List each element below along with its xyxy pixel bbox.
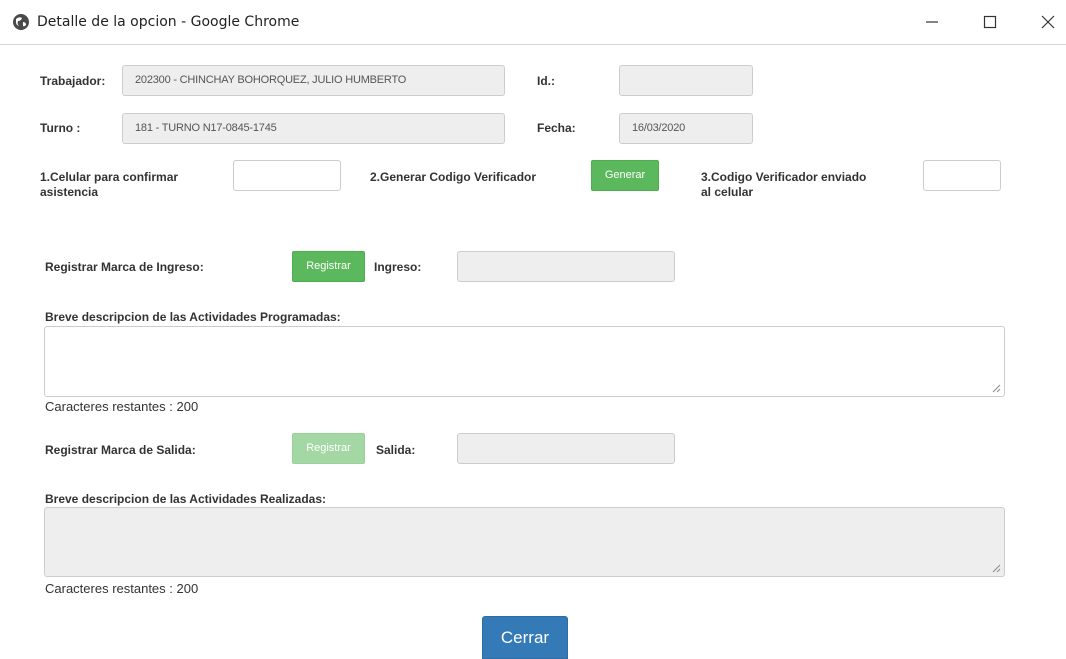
- minimize-button[interactable]: [912, 10, 952, 34]
- minimize-icon: [926, 21, 938, 23]
- phone-label: 1.Celular para confirmar asistencia: [40, 170, 179, 199]
- completed-remaining-chars: Caracteres restantes : 200: [45, 581, 199, 596]
- planned-activities-textarea[interactable]: [44, 326, 1005, 397]
- maximize-button[interactable]: [970, 10, 1010, 34]
- exit-time-field: [457, 433, 675, 464]
- close-window-button[interactable]: [1028, 10, 1066, 34]
- globe-icon: [13, 14, 29, 30]
- date-field: 16/03/2020: [619, 113, 753, 144]
- shift-field: 181 - TURNO N17-0845-1745: [122, 113, 505, 144]
- window-titlebar: Detalle de la opcion - Google Chrome: [0, 0, 1066, 45]
- code-sent-label: 3.Codigo Verificador enviado al celular: [701, 170, 867, 199]
- entry-time-label: Ingreso:: [374, 260, 422, 274]
- entry-label: Registrar Marca de Ingreso:: [45, 260, 204, 274]
- window-title: Detalle de la opcion - Google Chrome: [37, 14, 300, 30]
- shift-label: Turno :: [40, 121, 81, 135]
- completed-activities-textarea: [44, 507, 1005, 577]
- generate-code-label: 2.Generar Codigo Verificador: [370, 170, 537, 184]
- exit-label: Registrar Marca de Salida:: [45, 443, 196, 457]
- verification-code-input[interactable]: [923, 160, 1001, 191]
- phone-input[interactable]: [233, 160, 341, 191]
- worker-label: Trabajador:: [40, 74, 106, 88]
- close-icon: [1041, 15, 1055, 29]
- resize-grip-icon[interactable]: [992, 384, 1001, 393]
- id-label: Id.:: [537, 74, 555, 88]
- entry-time-field: [457, 251, 675, 282]
- date-label: Fecha:: [537, 121, 576, 135]
- generate-button[interactable]: Generar: [591, 160, 659, 191]
- id-field: [619, 65, 753, 96]
- exit-time-label: Salida:: [376, 443, 416, 457]
- close-button[interactable]: Cerrar: [482, 616, 568, 659]
- register-exit-button[interactable]: Registrar: [292, 433, 365, 464]
- maximize-icon: [983, 15, 997, 29]
- worker-field: 202300 - CHINCHAY BOHORQUEZ, JULIO HUMBE…: [122, 65, 505, 96]
- planned-activities-label: Breve descripcion de las Actividades Pro…: [45, 310, 341, 324]
- completed-activities-label: Breve descripcion de las Actividades Rea…: [45, 492, 327, 506]
- register-entry-button[interactable]: Registrar: [292, 251, 365, 282]
- planned-remaining-chars: Caracteres restantes : 200: [45, 399, 199, 414]
- resize-grip-icon: [992, 564, 1001, 573]
